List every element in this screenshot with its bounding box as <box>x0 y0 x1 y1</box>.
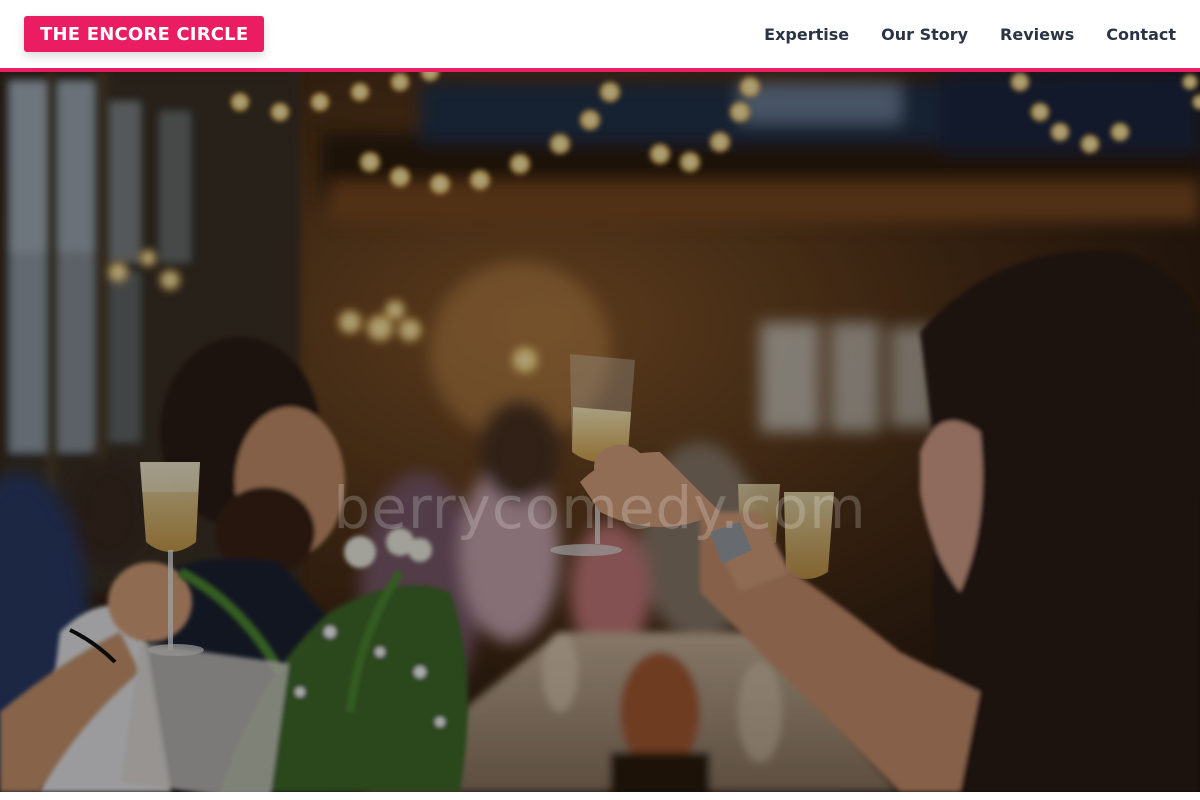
main-nav: Expertise Our Story Reviews Contact <box>764 0 1176 68</box>
brand-logo-text: THE ENCORE CIRCLE <box>40 23 249 45</box>
hero-section: berrycomedy.com <box>0 72 1200 792</box>
nav-link-our-story[interactable]: Our Story <box>881 25 968 44</box>
page-bottom-edge <box>0 792 1200 800</box>
nav-link-contact[interactable]: Contact <box>1106 25 1176 44</box>
nav-link-expertise[interactable]: Expertise <box>764 25 849 44</box>
hero-image <box>0 72 1200 792</box>
nav-link-reviews[interactable]: Reviews <box>1000 25 1074 44</box>
site-header: THE ENCORE CIRCLE Expertise Our Story Re… <box>0 0 1200 68</box>
brand-logo-button[interactable]: THE ENCORE CIRCLE <box>24 16 265 52</box>
header-accent-bar <box>0 68 1200 72</box>
